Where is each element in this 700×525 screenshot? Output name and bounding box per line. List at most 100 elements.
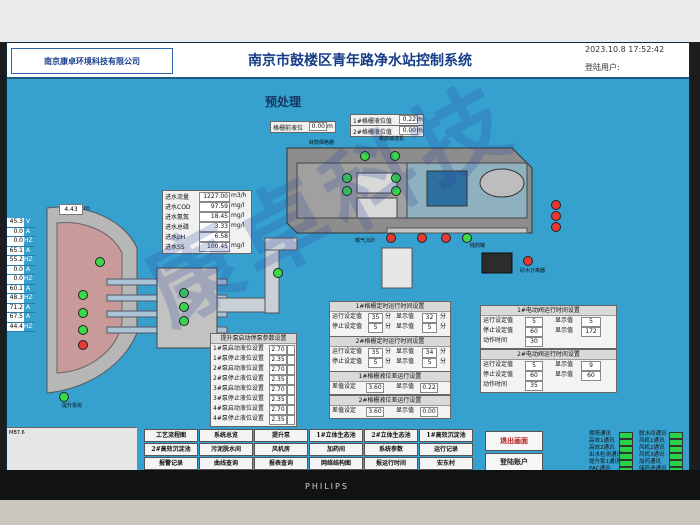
reading-value: 44.4 [7, 322, 24, 331]
grid2_timer-row-label: 运行设定值 [332, 348, 363, 355]
nav-button[interactable]: 系统参数 [364, 443, 418, 456]
pump-setpoint-label: 3#泵停止液位设置 [213, 395, 264, 402]
grid1_timer-unit: 分 [440, 323, 447, 330]
influent-row-unit: mg/l [231, 242, 245, 249]
reading-value: 0.0 [7, 265, 24, 274]
reading-value: 71.2 [7, 303, 24, 312]
valve2-row-label: 动作时间 [483, 381, 508, 388]
nav-button[interactable]: 污泥脱水间 [199, 443, 253, 456]
nav-button[interactable]: 2#立体生态池 [364, 429, 418, 442]
pump-setpoint-value[interactable]: 2.35 [269, 415, 287, 425]
status-item: 高效1通讯 [589, 438, 637, 446]
valve1-row: 动作时间 30 [481, 336, 616, 347]
influent-row-value: 6.58 [199, 232, 230, 242]
indicator-light [78, 290, 88, 300]
influent-row-unit: mg/l [231, 212, 245, 219]
status-item: 风机2通讯 [639, 445, 687, 453]
status-item: 拥塔通讯 [589, 431, 637, 439]
indicator-light [391, 186, 401, 196]
status-label: 高效2通讯 [589, 445, 615, 451]
influent-row-unit: m3/h [231, 192, 247, 199]
nav-button[interactable]: 运行记录 [419, 443, 473, 456]
grid2_timer-show-label: 显示值 [396, 348, 415, 355]
grid1-diff-setpoint[interactable]: 3.60 [366, 383, 384, 393]
nav-button[interactable]: 安东村 [419, 457, 473, 470]
indicator-light [391, 173, 401, 183]
status-label: 加药通讯 [639, 459, 662, 465]
nav-button[interactable]: 2#高效沉淀池 [144, 443, 198, 456]
nav-button[interactable]: 1#立体生态池 [309, 429, 363, 442]
grid1_timer-show-label: 显示值 [396, 313, 415, 320]
status-label: 风机2通讯 [639, 445, 665, 451]
indicator-light [342, 186, 352, 196]
indicator-light [417, 233, 427, 243]
nav-button[interactable]: 曲线查询 [199, 457, 253, 470]
nav-button[interactable]: 加药间 [309, 443, 363, 456]
status-item: 风机1通讯 [639, 438, 687, 446]
nav-button[interactable]: 报表查询 [254, 457, 308, 470]
label-pump-house: 提升泵房 [62, 403, 83, 409]
nav-button[interactable]: 提升泵 [254, 429, 308, 442]
nav-button[interactable]: 1#高效沉淀池 [419, 429, 473, 442]
nav-button[interactable]: 报警记录 [144, 457, 198, 470]
nav-button[interactable]: 风机房 [254, 443, 308, 456]
valve2-row: 停止设定值 60 显示值 60 [481, 370, 616, 381]
water-surface [426, 170, 468, 207]
nav-button[interactable]: 工艺流程图 [144, 429, 198, 442]
account-login-button[interactable]: 登陆账户 [485, 453, 543, 471]
monitor-brand: PHILIPS [305, 482, 349, 491]
reading-value: 67.5 [7, 313, 24, 322]
grid1_timer-set-value[interactable]: 5 [368, 323, 383, 333]
grid2-diff-setpoint[interactable]: 3.60 [366, 407, 384, 417]
underflow-pipe [386, 227, 528, 234]
main-pipe-v [264, 242, 280, 314]
influent-row-value: 3.33 [199, 222, 230, 232]
influent-row-unit: mg/l [231, 222, 245, 229]
exit-screen-button[interactable]: 退出画面 [485, 431, 543, 451]
reading-unit: HZ [24, 237, 33, 244]
grid1_timer-unit: 分 [385, 323, 392, 330]
grid2-diff-display: 0.00 [420, 407, 438, 417]
status-item: 提升泵1通讯 [589, 459, 637, 467]
grid2_timer-set-value[interactable]: 5 [368, 358, 383, 368]
reading-value: 65.1 [7, 246, 24, 255]
grid1-diff-display: 0.22 [420, 383, 438, 393]
indicator-light [95, 257, 105, 267]
influent-row-value: 97.59 [199, 202, 230, 212]
electrical-reading: 0.0 A [7, 265, 35, 275]
valve1-row-label: 运行设定值 [483, 317, 514, 324]
nav-button[interactable]: 网络结构图 [309, 457, 363, 470]
label-screw-conveyor: 螺旋输送机 [379, 136, 405, 142]
pump-setpoint-label: 4#泵停止液位设置 [213, 415, 264, 422]
grid2_timer-unit: 分 [385, 358, 392, 365]
grid1-timer-panel: 1#格栅定时运行时间设置 运行设定值 35 分显示值 32 分停止设定值 5 分显示值 5 分 [329, 301, 451, 337]
grid1_timer-show-value: 5 [422, 323, 437, 333]
grid2_timer-row-label: 停止设定值 [332, 358, 363, 365]
reading-unit: HZ [24, 256, 33, 263]
valve2-set-value[interactable]: 35 [525, 381, 543, 391]
valve1-timer-title: 1#电动阀运行时间设置 [481, 306, 616, 316]
grid2-diff-label: 差值设定 [332, 407, 357, 414]
grid1-diff-label: 差值设定 [332, 383, 357, 390]
desk-surface [0, 500, 700, 525]
label-drum-screen: 转鼓细格栅 [309, 140, 335, 146]
pump-setpoint-row: 2#泵启动液位设置 2.70 [211, 364, 296, 375]
indicator-light [551, 211, 561, 221]
electrical-reading: 48.3HZ [7, 294, 35, 304]
pump-setpoint-title: 提升泵启动停泵参数设置 [211, 334, 296, 344]
valve1-set-value[interactable]: 30 [525, 337, 543, 347]
grid1-timer-title: 1#格栅定时运行时间设置 [330, 302, 450, 312]
reading-unit: HZ [24, 275, 33, 282]
grid2-timer-panel: 2#格栅定时运行时间设置 运行设定值 35 分显示值 34 分停止设定值 5 分显示值 5 分 [329, 336, 451, 372]
dosing-tanks [381, 247, 413, 289]
bottom-left-label: MB7.6 [9, 430, 25, 436]
grid1-diff-panel: 1#格栅液位差运行设置 差值设定 3.60 显示值 0.22 [329, 371, 451, 395]
pump-setpoint-row: 1#泵启动液位设置 2.70 [211, 344, 296, 355]
grid2-diff-panel: 2#格栅液位差运行设置 差值设定 3.60 显示值 0.00 [329, 395, 451, 419]
pump-setpoint-arrow[interactable] [287, 415, 295, 425]
nav-button[interactable]: 报运行时间 [364, 457, 418, 470]
influent-row-label: 进水COD [165, 204, 191, 211]
nav-button[interactable]: 系统总览 [199, 429, 253, 442]
grid2_timer-row: 停止设定值 5 分显示值 5 分 [330, 357, 450, 368]
valve2-row: 动作时间 35 [481, 380, 616, 391]
